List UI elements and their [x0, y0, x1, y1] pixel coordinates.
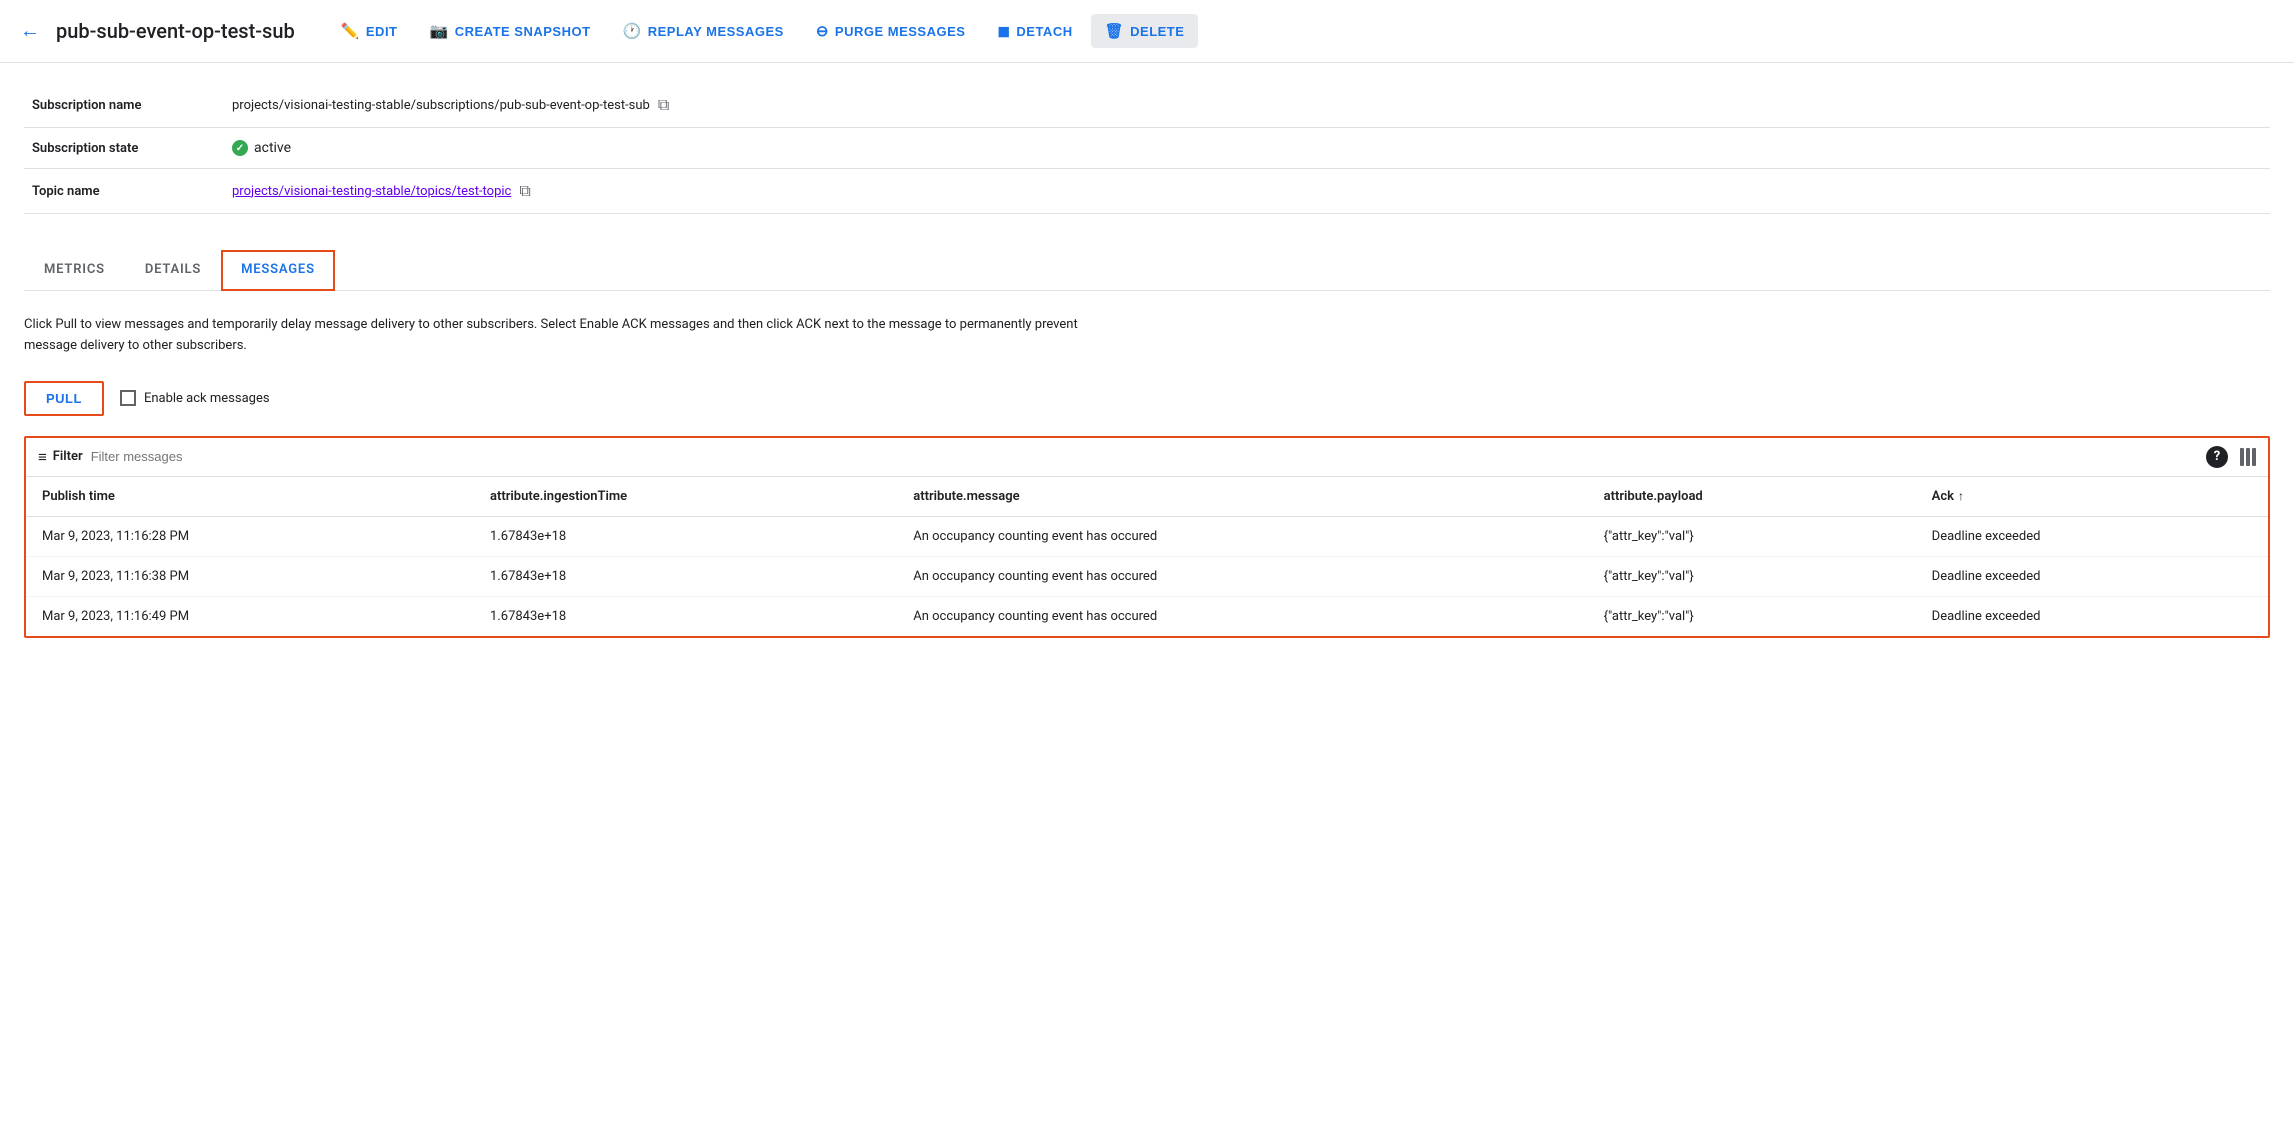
col-ingestion-time: attribute.ingestionTime	[474, 477, 897, 517]
cell-publish-time: Mar 9, 2023, 11:16:38 PM	[26, 556, 474, 596]
cell-message: An occupancy counting event has occured	[897, 516, 1587, 556]
help-icon[interactable]: ?	[2206, 446, 2228, 468]
copy-topic-name-icon[interactable]: ⧉	[519, 181, 530, 201]
messages-tab-content: Click Pull to view messages and temporar…	[0, 291, 2294, 662]
filter-input[interactable]	[91, 449, 291, 464]
trash-icon: 🗑	[1105, 22, 1125, 40]
cell-ack: Deadline exceeded	[1916, 516, 2268, 556]
filter-left: ≡ Filter	[38, 448, 291, 466]
table-row: Mar 9, 2023, 11:16:49 PM 1.67843e+18 An …	[26, 596, 2268, 636]
subscription-state-label: Subscription state	[24, 128, 224, 169]
camera-icon: 📷	[430, 22, 449, 40]
cell-message: An occupancy counting event has occured	[897, 596, 1587, 636]
table-row: Mar 9, 2023, 11:16:38 PM 1.67843e+18 An …	[26, 556, 2268, 596]
active-status-icon	[232, 140, 248, 156]
messages-description: Click Pull to view messages and temporar…	[24, 315, 1124, 357]
pencil-icon: ✏️	[341, 22, 360, 40]
tab-metrics[interactable]: METRICS	[24, 250, 125, 291]
toolbar-actions: ✏️ EDIT 📷 CREATE SNAPSHOT 🕐 REPLAY MESSA…	[327, 14, 2274, 48]
back-button[interactable]: ←	[20, 20, 40, 43]
info-table: Subscription name projects/visionai-test…	[24, 83, 2270, 214]
pull-section: PULL Enable ack messages	[24, 381, 2270, 416]
filter-right: ?	[2206, 446, 2256, 468]
cell-message: An occupancy counting event has occured	[897, 556, 1587, 596]
col-message: attribute.message	[897, 477, 1587, 517]
copy-subscription-name-icon[interactable]: ⧉	[658, 95, 669, 115]
enable-ack-checkbox[interactable]	[120, 390, 136, 406]
detach-icon: ◼	[997, 22, 1010, 40]
edit-button[interactable]: ✏️ EDIT	[327, 14, 412, 48]
detach-button[interactable]: ◼ DETACH	[983, 14, 1086, 48]
topic-name-value: projects/visionai-testing-stable/topics/…	[232, 181, 2262, 201]
cell-payload: {"attr_key":"val"}	[1588, 596, 1916, 636]
tabs-bar: METRICS DETAILS MESSAGES	[24, 250, 2270, 291]
filter-label: Filter	[53, 449, 83, 464]
purge-messages-button[interactable]: ⊖ PURGE MESSAGES	[802, 14, 980, 48]
replay-messages-button[interactable]: 🕐 REPLAY MESSAGES	[609, 14, 798, 48]
table-header-row: Publish time attribute.ingestionTime att…	[26, 477, 2268, 517]
subscription-state-row: Subscription state active	[24, 128, 2270, 169]
cell-ingestion-time: 1.67843e+18	[474, 596, 897, 636]
col-ack: Ack ↑	[1916, 477, 2268, 517]
cell-publish-time: Mar 9, 2023, 11:16:49 PM	[26, 596, 474, 636]
topic-name-label: Topic name	[24, 169, 224, 214]
page-title: pub-sub-event-op-test-sub	[56, 19, 295, 43]
cell-ingestion-time: 1.67843e+18	[474, 516, 897, 556]
toolbar: ← pub-sub-event-op-test-sub ✏️ EDIT 📷 CR…	[0, 0, 2294, 63]
cell-payload: {"attr_key":"val"}	[1588, 556, 1916, 596]
cell-ingestion-time: 1.67843e+18	[474, 556, 897, 596]
pull-button[interactable]: PULL	[24, 381, 104, 416]
cell-payload: {"attr_key":"val"}	[1588, 516, 1916, 556]
filter-bar: ≡ Filter ?	[26, 438, 2268, 477]
messages-table-wrapper: ≡ Filter ? Publish time attribute.ingest…	[24, 436, 2270, 638]
tab-details[interactable]: DETAILS	[125, 250, 221, 291]
filter-lines-icon: ≡	[38, 448, 47, 466]
clock-icon: 🕐	[623, 22, 642, 40]
sort-arrow-icon[interactable]: ↑	[1958, 489, 1964, 503]
cell-ack: Deadline exceeded	[1916, 556, 2268, 596]
create-snapshot-button[interactable]: 📷 CREATE SNAPSHOT	[416, 14, 605, 48]
filter-toggle[interactable]: ≡ Filter	[38, 448, 83, 466]
cell-ack: Deadline exceeded	[1916, 596, 2268, 636]
enable-ack-label: Enable ack messages	[144, 391, 270, 406]
messages-table: Publish time attribute.ingestionTime att…	[26, 477, 2268, 636]
col-publish-time: Publish time	[26, 477, 474, 517]
delete-button[interactable]: 🗑 DELETE	[1091, 14, 1199, 48]
subscription-name-value: projects/visionai-testing-stable/subscri…	[232, 95, 2262, 115]
circle-minus-icon: ⊖	[816, 22, 829, 40]
tabs-section: METRICS DETAILS MESSAGES	[0, 230, 2294, 291]
tab-messages[interactable]: MESSAGES	[221, 250, 335, 291]
info-section: Subscription name projects/visionai-test…	[0, 63, 2294, 214]
col-payload: attribute.payload	[1588, 477, 1916, 517]
cell-publish-time: Mar 9, 2023, 11:16:28 PM	[26, 516, 474, 556]
enable-ack-group: Enable ack messages	[120, 390, 270, 406]
subscription-state-value: active	[232, 140, 2262, 156]
subscription-name-row: Subscription name projects/visionai-test…	[24, 83, 2270, 128]
columns-icon[interactable]	[2240, 448, 2256, 466]
topic-name-row: Topic name projects/visionai-testing-sta…	[24, 169, 2270, 214]
subscription-name-label: Subscription name	[24, 83, 224, 128]
table-row: Mar 9, 2023, 11:16:28 PM 1.67843e+18 An …	[26, 516, 2268, 556]
topic-name-link[interactable]: projects/visionai-testing-stable/topics/…	[232, 184, 511, 199]
